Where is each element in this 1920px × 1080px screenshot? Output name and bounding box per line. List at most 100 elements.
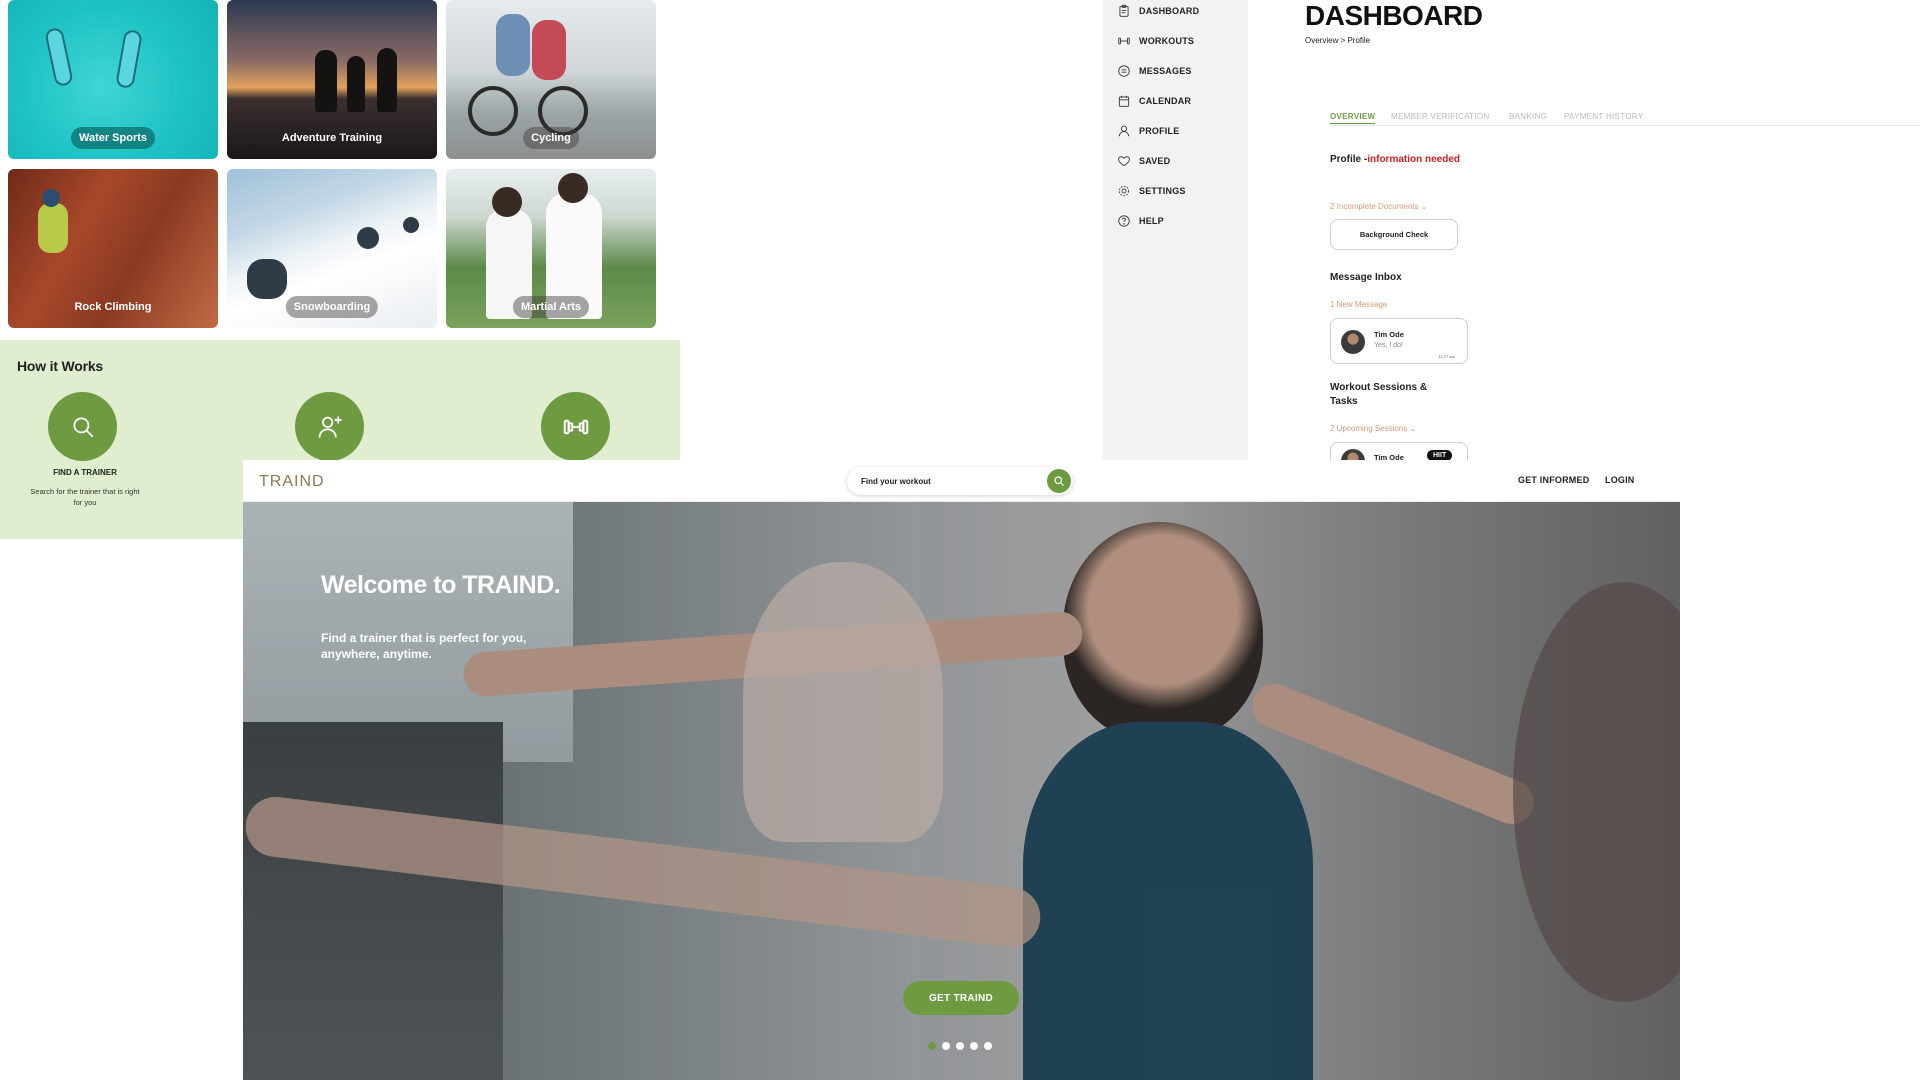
landing-page: Welcome to TRAIND. Find a trainer that i… (243, 460, 1680, 1080)
category-tile-cycling[interactable]: Cycling (446, 0, 656, 159)
sidebar-item-label: SAVED (1139, 156, 1171, 166)
top-navbar: TRAIND GET INFORMED LOGIN (243, 460, 1680, 502)
martial-artist-image (558, 173, 588, 203)
sidebar-item-label: HELP (1139, 216, 1164, 226)
hero-banner: Welcome to TRAIND. Find a trainer that i… (243, 502, 1680, 1080)
cyclist-image (496, 14, 530, 76)
workout-step-circle[interactable] (541, 392, 610, 461)
category-label: Rock Climbing (74, 301, 152, 313)
workout-sessions-title: Workout Sessions & Tasks (1330, 382, 1428, 407)
avatar (1341, 330, 1365, 354)
silhouette-image (347, 56, 365, 112)
login-link[interactable]: LOGIN (1605, 475, 1635, 485)
search-input[interactable] (861, 473, 1031, 489)
new-messages[interactable]: 1 New Message (1330, 300, 1387, 309)
find-trainer-step-circle[interactable] (48, 392, 117, 461)
sidebar-item-dashboard[interactable]: DASHBOARD (1117, 1, 1199, 21)
clipboard-icon (1119, 4, 1129, 17)
get-traind-button[interactable]: GET TRAIND (903, 981, 1019, 1015)
category-label: Snowboarding (285, 296, 379, 318)
snowboarder-image (247, 259, 287, 299)
sidebar-item-label: MESSAGES (1139, 66, 1192, 76)
background-check-button[interactable]: Background Check (1330, 219, 1458, 250)
category-tile-water-sports[interactable]: Water Sports (8, 0, 218, 159)
message-card[interactable]: Tim Ode Yes, I do! 11:27 am (1330, 318, 1468, 364)
carousel-dot[interactable] (984, 1042, 992, 1050)
category-tile-martial-arts[interactable]: Martial Arts (446, 169, 656, 328)
user-add-icon (318, 416, 342, 438)
incomplete-documents-label: 2 Incomplete Documents (1330, 202, 1419, 211)
tab-payment-history[interactable]: PAYMENT HISTORY (1564, 112, 1643, 121)
category-label: Adventure Training (281, 132, 383, 144)
get-informed-link[interactable]: GET INFORMED (1518, 475, 1589, 485)
snowboarder-image (403, 217, 419, 233)
hero-subtitle: Find a trainer that is perfect for you, … (321, 631, 527, 662)
how-step-title: FIND A TRAINER (53, 468, 117, 477)
carousel-dot[interactable] (956, 1042, 964, 1050)
chevron-down-icon: ⌄ (1420, 202, 1428, 211)
category-tile-rock-climbing[interactable]: Rock Climbing (8, 169, 218, 328)
dashboard-sidebar: DASHBOARD WORKOUTS MESSAGES CALENDAR PRO… (1103, 0, 1248, 460)
message-icon (1118, 65, 1130, 77)
tab-member-verification[interactable]: MEMBER VERIFICATION (1391, 112, 1489, 121)
incomplete-documents[interactable]: 2 Incomplete Documents ⌄ (1330, 202, 1427, 211)
sidebar-item-label: SETTINGS (1139, 186, 1186, 196)
silhouette-image (377, 48, 397, 112)
dumbbell-icon (1118, 37, 1130, 45)
category-tile-adventure-training[interactable]: Adventure Training (227, 0, 437, 159)
profile-status: Profile -information needed (1330, 154, 1460, 165)
add-trainer-step-circle[interactable] (295, 392, 364, 461)
sidebar-item-calendar[interactable]: CALENDAR (1117, 91, 1191, 111)
carousel-dots (928, 1042, 992, 1050)
sidebar-item-help[interactable]: HELP (1117, 211, 1164, 231)
profile-warning[interactable]: information needed (1367, 154, 1460, 165)
profile-label: Profile - (1330, 154, 1368, 165)
gear-icon (1118, 185, 1130, 197)
sidebar-item-settings[interactable]: SETTINGS (1117, 181, 1186, 201)
hero-title: Welcome to TRAIND. (321, 571, 561, 599)
sidebar-item-label: CALENDAR (1139, 96, 1192, 106)
kayak-image (44, 26, 74, 88)
category-tile-snowboarding[interactable]: Snowboarding (227, 169, 437, 328)
upcoming-sessions[interactable]: 2 Upcoming Sessions ⌄ (1330, 424, 1416, 433)
dumbbell-icon (563, 419, 588, 434)
carousel-dot[interactable] (928, 1042, 936, 1050)
how-it-works-title: How it Works (17, 358, 104, 374)
climber-image (42, 189, 60, 207)
breadcrumb[interactable]: Overview > Profile (1305, 36, 1370, 45)
sidebar-item-profile[interactable]: PROFILE (1117, 121, 1179, 141)
cyclist-image (532, 20, 566, 80)
calendar-icon (1118, 95, 1130, 107)
tab-banking[interactable]: BANKING (1509, 112, 1547, 121)
how-step-text: Search for the trainer that is right for… (30, 487, 140, 507)
carousel-dot[interactable] (942, 1042, 950, 1050)
carousel-dot[interactable] (970, 1042, 978, 1050)
silhouette-image (315, 50, 337, 112)
sidebar-item-label: PROFILE (1139, 126, 1180, 136)
category-label: Water Sports (70, 127, 156, 149)
snowboarder-image (357, 227, 379, 249)
logo[interactable]: TRAIND (259, 473, 325, 491)
sidebar-item-workouts[interactable]: WORKOUTS (1117, 31, 1194, 51)
message-sender: Tim Ode (1374, 330, 1404, 339)
search-icon (72, 416, 93, 437)
upcoming-sessions-label: 2 Upcoming Sessions (1330, 424, 1408, 433)
category-label: Martial Arts (512, 296, 590, 318)
page-title: DASHBOARD (1305, 0, 1483, 31)
user-icon (1118, 125, 1130, 137)
message-time: 11:27 am (1438, 354, 1455, 359)
message-inbox-title: Message Inbox (1330, 272, 1402, 283)
tab-overview[interactable]: OVERVIEW (1330, 112, 1376, 124)
help-icon (1118, 215, 1130, 227)
climber-image (38, 203, 68, 253)
sidebar-item-messages[interactable]: MESSAGES (1117, 61, 1192, 81)
cyclist-image (468, 86, 518, 136)
kayak-image (115, 28, 143, 90)
sidebar-item-label: WORKOUTS (1139, 36, 1195, 46)
search-icon (1054, 476, 1064, 486)
sidebar-item-label: DASHBOARD (1139, 6, 1200, 16)
search-button[interactable] (1047, 469, 1071, 493)
martial-artist-image (492, 187, 522, 217)
sidebar-item-saved[interactable]: SAVED (1117, 151, 1170, 171)
chevron-down-icon: ⌄ (1409, 424, 1417, 433)
